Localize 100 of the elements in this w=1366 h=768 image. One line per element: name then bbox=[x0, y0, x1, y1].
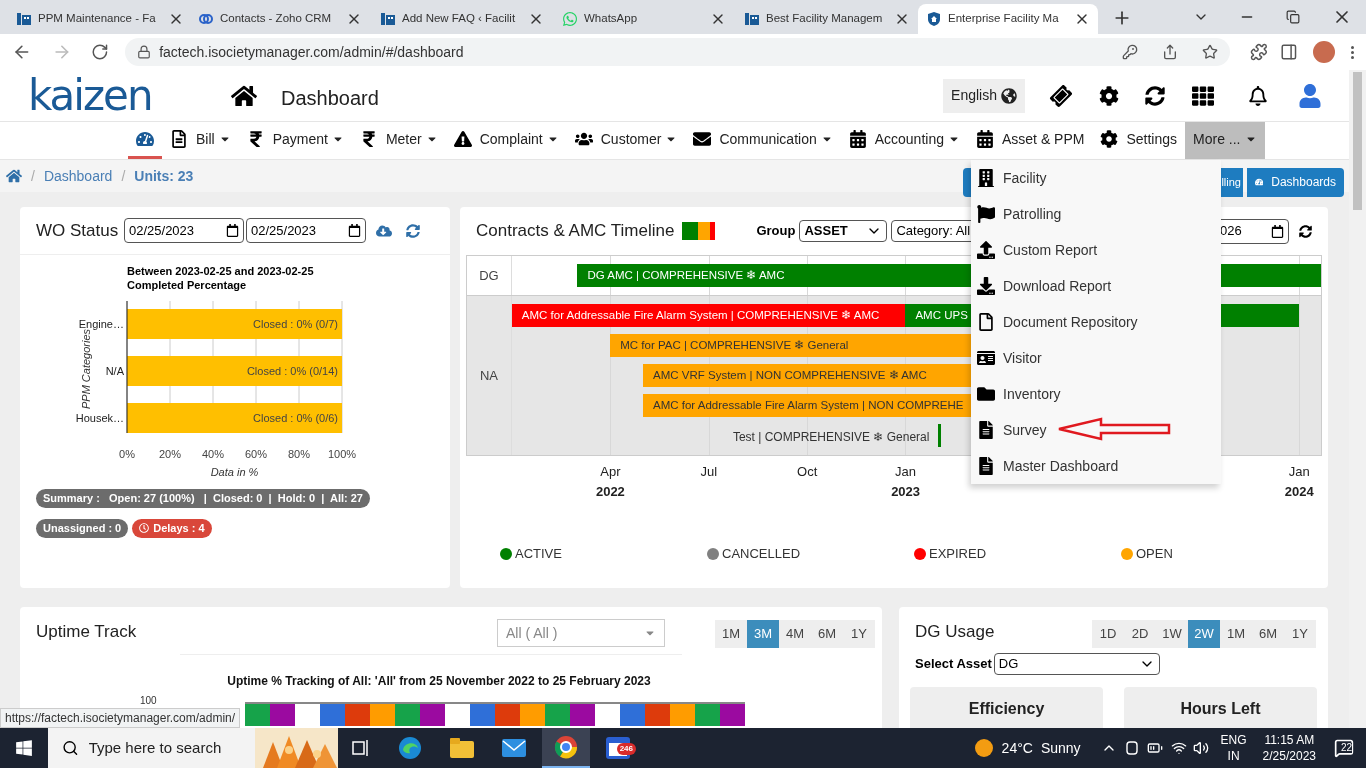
menu-icon[interactable] bbox=[1351, 45, 1354, 59]
menu-item[interactable]: Custom Report bbox=[971, 239, 1098, 261]
browser-tab[interactable]: Enterprise Facility Ma bbox=[918, 4, 1098, 34]
reload-icon[interactable] bbox=[91, 43, 110, 61]
share-icon[interactable] bbox=[1161, 44, 1178, 60]
field-label: Select Asset bbox=[915, 655, 992, 674]
user-icon[interactable] bbox=[1298, 83, 1322, 108]
start-icon[interactable] bbox=[15, 739, 33, 757]
search-input[interactable]: Type here to search bbox=[88, 736, 249, 760]
refresh-icon[interactable] bbox=[1299, 224, 1312, 238]
nav-item[interactable]: Payment bbox=[238, 122, 352, 159]
settings-icon[interactable] bbox=[1099, 85, 1119, 106]
range-tab[interactable]: 2D bbox=[1124, 620, 1156, 648]
range-tab[interactable]: 2W bbox=[1188, 620, 1220, 648]
axis-tick-label: 100% bbox=[327, 448, 357, 460]
notifications-icon[interactable] bbox=[1248, 85, 1268, 106]
notifications-icon[interactable] bbox=[1334, 738, 1354, 758]
nav-item[interactable]: Customer bbox=[566, 122, 686, 159]
tab-title: Enterprise Facility Ma bbox=[948, 11, 1059, 27]
legend-label: ACTIVE bbox=[515, 545, 562, 563]
tab-title: PPM Maintenance - Fa bbox=[38, 11, 156, 27]
lock-icon bbox=[137, 45, 152, 59]
axis-title: Data in % bbox=[210, 466, 259, 478]
calendar-icon bbox=[348, 224, 361, 237]
range-tab[interactable]: 1D bbox=[1092, 620, 1124, 648]
url-text: factech.isocietymanager.com/admin/#/dashboard bbox=[159, 42, 465, 62]
browser-app-icon[interactable] bbox=[398, 736, 422, 760]
nav-item[interactable]: Bill bbox=[162, 122, 239, 159]
breadcrumb-separator: / bbox=[121, 166, 126, 186]
group-select[interactable]: ASSET bbox=[799, 220, 888, 242]
extensions-icon[interactable] bbox=[1249, 43, 1268, 61]
nav-item[interactable]: Meter bbox=[351, 122, 446, 159]
profile-avatar[interactable] bbox=[1313, 41, 1335, 63]
warning-icon bbox=[453, 130, 472, 148]
date-field[interactable]: 02/25/2023 bbox=[124, 218, 244, 243]
axis-year-label: 2022 bbox=[595, 482, 625, 501]
bar-label: Closed : 0% (0/7) bbox=[253, 318, 338, 330]
menu-item[interactable]: Facility bbox=[971, 167, 1047, 189]
breadcrumb-link[interactable]: Dashboard bbox=[43, 165, 113, 187]
range-tab[interactable]: 1M bbox=[715, 620, 747, 648]
mail-icon[interactable] bbox=[502, 739, 526, 757]
legend-label: CANCELLED bbox=[722, 545, 801, 563]
folder-icon[interactable] bbox=[450, 738, 474, 758]
nav-item[interactable]: Asset & PPM bbox=[968, 122, 1093, 159]
nav-item[interactable]: More ... bbox=[1185, 122, 1265, 159]
building-icon bbox=[380, 11, 396, 27]
timeline-bar: AMC for Addressable Fire Alarm System | COMPREHENSIVE ❄ AMC bbox=[511, 304, 906, 327]
nav-item[interactable]: Complaint bbox=[445, 122, 567, 159]
tab-title: Contacts - Zoho CRM bbox=[220, 11, 332, 27]
delays-badge: Delays : 4 bbox=[132, 519, 212, 538]
range-tab[interactable]: 6M bbox=[1252, 620, 1284, 648]
menu-item[interactable]: Master Dashboard bbox=[971, 455, 1119, 477]
equipment-select[interactable]: DG bbox=[993, 653, 1160, 675]
calendar-icon bbox=[1271, 224, 1284, 238]
range-tab[interactable]: 3M bbox=[747, 620, 779, 648]
task-view-icon[interactable] bbox=[352, 739, 370, 757]
nav-item[interactable]: Settings bbox=[1092, 122, 1186, 159]
range-tab[interactable]: 1W bbox=[1156, 620, 1188, 648]
sun-icon[interactable] bbox=[973, 738, 994, 758]
language-button[interactable]: English bbox=[943, 78, 1025, 113]
side-panel-icon[interactable] bbox=[1279, 43, 1298, 61]
battery-icon[interactable] bbox=[1146, 740, 1163, 756]
metric-title: Efficiency bbox=[968, 699, 1045, 719]
tab-title: Best Facility Managem bbox=[766, 11, 883, 27]
taskbar-search-box[interactable]: Type here to search bbox=[48, 728, 338, 768]
language-indicator[interactable]: IN bbox=[1227, 748, 1240, 764]
restore-icon[interactable] bbox=[1286, 10, 1300, 24]
apps-grid-icon[interactable] bbox=[1192, 84, 1214, 107]
range-tab[interactable]: 1M bbox=[1220, 620, 1252, 648]
nav-item[interactable]: Accounting bbox=[840, 122, 968, 159]
menu-item[interactable]: Survey bbox=[971, 419, 1047, 441]
clock-date[interactable]: 2/25/2023 bbox=[1262, 748, 1316, 764]
language-indicator[interactable]: ENG bbox=[1220, 732, 1247, 748]
date-field[interactable]: 02/25/2023 bbox=[246, 218, 366, 243]
axis-tick-label: 40% bbox=[202, 448, 224, 460]
download-icon[interactable] bbox=[376, 222, 392, 239]
rings-icon bbox=[198, 11, 214, 27]
range-tab[interactable]: 6M bbox=[811, 620, 843, 648]
group-row-label: DG bbox=[479, 266, 499, 285]
card-title: WO Status bbox=[36, 219, 120, 242]
clock-time[interactable]: 11:15 AM bbox=[1264, 732, 1315, 748]
range-tab[interactable]: 1Y bbox=[843, 620, 875, 648]
axis-title: PPM Categories bbox=[80, 328, 92, 410]
filter-select[interactable]: All ( All ) bbox=[497, 619, 665, 647]
nav-item[interactable]: Communication bbox=[685, 122, 841, 159]
building-icon bbox=[16, 11, 32, 27]
taskbar-app[interactable] bbox=[542, 728, 590, 768]
wifi-icon[interactable] bbox=[1170, 740, 1187, 756]
volume-icon[interactable] bbox=[1192, 740, 1209, 756]
key-icon[interactable] bbox=[1121, 44, 1138, 60]
dashboards-button[interactable]: Dashboards bbox=[1247, 167, 1344, 197]
bookmark-icon[interactable] bbox=[1201, 44, 1218, 60]
bar-label: Test | COMPREHENSIVE ❄ General bbox=[732, 429, 930, 446]
range-tab[interactable]: 4M bbox=[779, 620, 811, 648]
refresh-icon[interactable] bbox=[1145, 85, 1165, 106]
breadcrumb-separator: / bbox=[31, 166, 35, 186]
range-tab[interactable]: 1Y bbox=[1284, 620, 1316, 648]
calendar-icon bbox=[226, 224, 239, 237]
logo[interactable]: kaizen bbox=[28, 74, 204, 117]
address-bar[interactable]: factech.isocietymanager.com/admin/#/dashboard bbox=[125, 38, 1230, 66]
